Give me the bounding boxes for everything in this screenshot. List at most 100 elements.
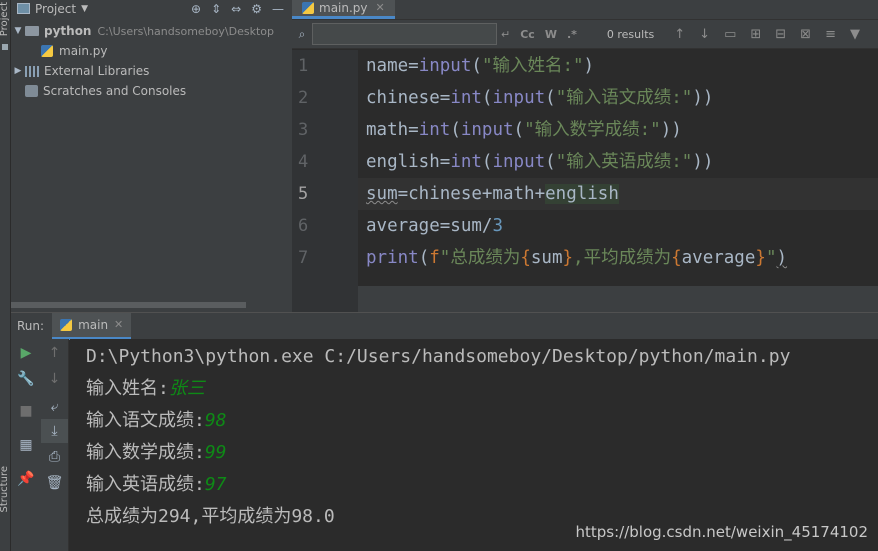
tree-item-label: External Libraries (44, 64, 150, 78)
project-panel: Project ▼ ⊕ ⇕ ⇔ ⚙ — ▼ python C:\Users\ha… (11, 0, 292, 312)
line-number: 6 (298, 216, 309, 236)
wrench-icon[interactable]: 🔧 (11, 367, 41, 391)
remove-occurrence-icon[interactable]: ⊟ (775, 27, 786, 42)
code-line: average=sum/3 (366, 216, 503, 236)
search-options: Cc W .* (520, 28, 577, 41)
python-file-icon (60, 318, 73, 331)
run-console[interactable]: D:\Python3\python.exe C:/Users/handsomeb… (70, 339, 878, 551)
arrow-up-icon[interactable]: ↑ (41, 341, 68, 365)
editor-area: main.py ✕ ⌕ ↵ Cc W .* 0 results ↑ ↓ ▭ ⊞ … (292, 0, 878, 312)
trash-icon[interactable]: 🗑 (41, 471, 68, 495)
run-tab-main[interactable]: main ✕ (52, 312, 132, 340)
line-number: 3 (298, 120, 309, 140)
code-line: name=input("输入姓名:") (366, 56, 595, 76)
locate-icon[interactable]: ⊕ (191, 2, 201, 16)
tree-item-main-py[interactable]: main.py (11, 41, 292, 61)
chevron-down-icon[interactable]: ▼ (81, 4, 88, 14)
console-user-input: 98 (204, 410, 227, 431)
tree-item-label: main.py (59, 44, 108, 58)
editor-tab-bar: main.py ✕ (292, 0, 878, 20)
code-editor[interactable]: 1 2 3 4 5 6 7 name=input("输入姓名:") chines… (292, 50, 878, 286)
tree-root-python[interactable]: ▼ python C:\Users\handsomeboy\Desktop (11, 21, 292, 41)
console-result-line: 总成绩为294,平均成绩为98.0 (86, 506, 335, 527)
console-user-input: 张三 (168, 378, 205, 399)
search-nav: ↑ ↓ ▭ ⊞ ⊟ ⊠ ≡ ▼ (674, 27, 860, 42)
code-line: english=int(input("输入英语成绩:")) (366, 152, 714, 172)
whole-words-toggle[interactable]: W (545, 28, 557, 41)
tree-item-label: Scratches and Consoles (43, 84, 187, 98)
tree-root-name: python (44, 24, 92, 38)
search-icon[interactable]: ⌕ (292, 27, 312, 42)
line-number-gutter: 1 2 3 4 5 6 7 (292, 50, 358, 286)
pin-icon[interactable]: 📌 (11, 467, 41, 491)
editor-bottom-area (292, 286, 878, 312)
run-label: Run: (17, 319, 45, 333)
chevron-down-icon[interactable]: ▼ (11, 26, 25, 36)
layout-icon[interactable]: ▦ (11, 433, 41, 457)
console-user-input: 99 (204, 442, 227, 463)
rerun-icon[interactable]: ▶ (11, 341, 41, 365)
minimize-icon[interactable]: — (272, 2, 284, 16)
project-tool-tab[interactable]: Project (0, 2, 10, 36)
tab-label: main.py (319, 0, 368, 15)
run-tab-label: main (78, 317, 109, 332)
arrow-up-icon[interactable]: ↑ (674, 27, 685, 42)
add-occurrence-icon[interactable]: ⊞ (750, 27, 761, 42)
scratches-icon (25, 85, 38, 97)
console-prompt: 输入数学成绩: (86, 442, 205, 463)
tree-item-scratches[interactable]: Scratches and Consoles (11, 81, 292, 101)
console-line: 输入姓名:张三 (86, 373, 205, 405)
soft-wrap-icon[interactable]: ⤶ (41, 395, 68, 419)
search-input[interactable] (312, 23, 497, 45)
close-icon[interactable]: ✕ (114, 318, 123, 331)
left-tool-strip: Project Structure (0, 0, 11, 551)
run-toolbar-primary: ▶ 🔧 ■ ▦ 📌 (11, 339, 41, 551)
gear-icon[interactable]: ⚙ (251, 2, 262, 16)
tree-item-external-libraries[interactable]: ▶ External Libraries (11, 61, 292, 81)
select-occurrences-icon[interactable]: ⊠ (800, 27, 811, 42)
run-panel-header: Run: main ✕ (11, 312, 878, 340)
arrow-down-icon[interactable]: ↓ (699, 27, 710, 42)
code-line: math=int(input("输入数学成绩:")) (366, 120, 682, 140)
arrow-down-icon[interactable]: ↓ (41, 367, 68, 391)
search-results-count: 0 results (606, 27, 655, 41)
close-icon[interactable]: ✕ (376, 1, 385, 14)
project-folder-icon (17, 3, 30, 14)
code-line: sum=chinese+math+english (366, 184, 619, 204)
filter-icon[interactable]: ▼ (850, 27, 860, 42)
library-icon (25, 65, 39, 77)
regex-history-icon[interactable]: ↵ (501, 28, 510, 41)
structure-tool-tab[interactable]: Structure (0, 466, 10, 513)
line-number: 2 (298, 88, 309, 108)
regex-toggle[interactable]: .* (567, 28, 577, 41)
python-file-icon (302, 1, 314, 14)
collapse-all-icon[interactable]: ⇔ (231, 2, 241, 16)
stop-icon[interactable]: ■ (11, 399, 41, 423)
line-number: 7 (298, 248, 309, 268)
project-panel-header: Project ▼ ⊕ ⇕ ⇔ ⚙ — (11, 0, 292, 17)
console-prompt: 输入英语成绩: (86, 474, 205, 495)
project-panel-title[interactable]: Project (35, 2, 76, 16)
console-line: 输入数学成绩:99 (86, 437, 227, 469)
line-number: 4 (298, 152, 309, 172)
code-line: print(f"总成绩为{sum},平均成绩为{average}") (366, 248, 788, 268)
console-prompt: 输入语文成绩: (86, 410, 205, 431)
watermark: https://blog.csdn.net/weixin_45174102 (575, 523, 868, 541)
python-file-icon (41, 45, 53, 57)
match-case-toggle[interactable]: Cc (520, 28, 535, 41)
find-bar: ⌕ ↵ Cc W .* 0 results ↑ ↓ ▭ ⊞ ⊟ ⊠ ≡ ▼ (292, 20, 878, 49)
horizontal-scrollbar[interactable] (11, 302, 246, 308)
tree-root-path: C:\Users\handsomeboy\Desktop (97, 24, 274, 38)
console-user-input: 97 (204, 474, 227, 495)
multiline-icon[interactable]: ≡ (825, 27, 836, 42)
chevron-right-icon[interactable]: ▶ (11, 66, 25, 76)
line-number: 1 (298, 56, 309, 76)
scroll-to-end-icon[interactable]: ⤓ (41, 419, 68, 443)
run-toolbar-secondary: ↑ ↓ ⤶ ⤓ ⎙ 🗑 (41, 339, 69, 551)
print-icon[interactable]: ⎙ (41, 445, 68, 469)
tab-main-py[interactable]: main.py ✕ (292, 0, 395, 19)
select-all-icon[interactable]: ▭ (724, 27, 736, 42)
console-command-line: D:\Python3\python.exe C:/Users/handsomeb… (86, 346, 791, 367)
project-strip-icon (2, 44, 8, 50)
expand-all-icon[interactable]: ⇕ (211, 2, 221, 16)
